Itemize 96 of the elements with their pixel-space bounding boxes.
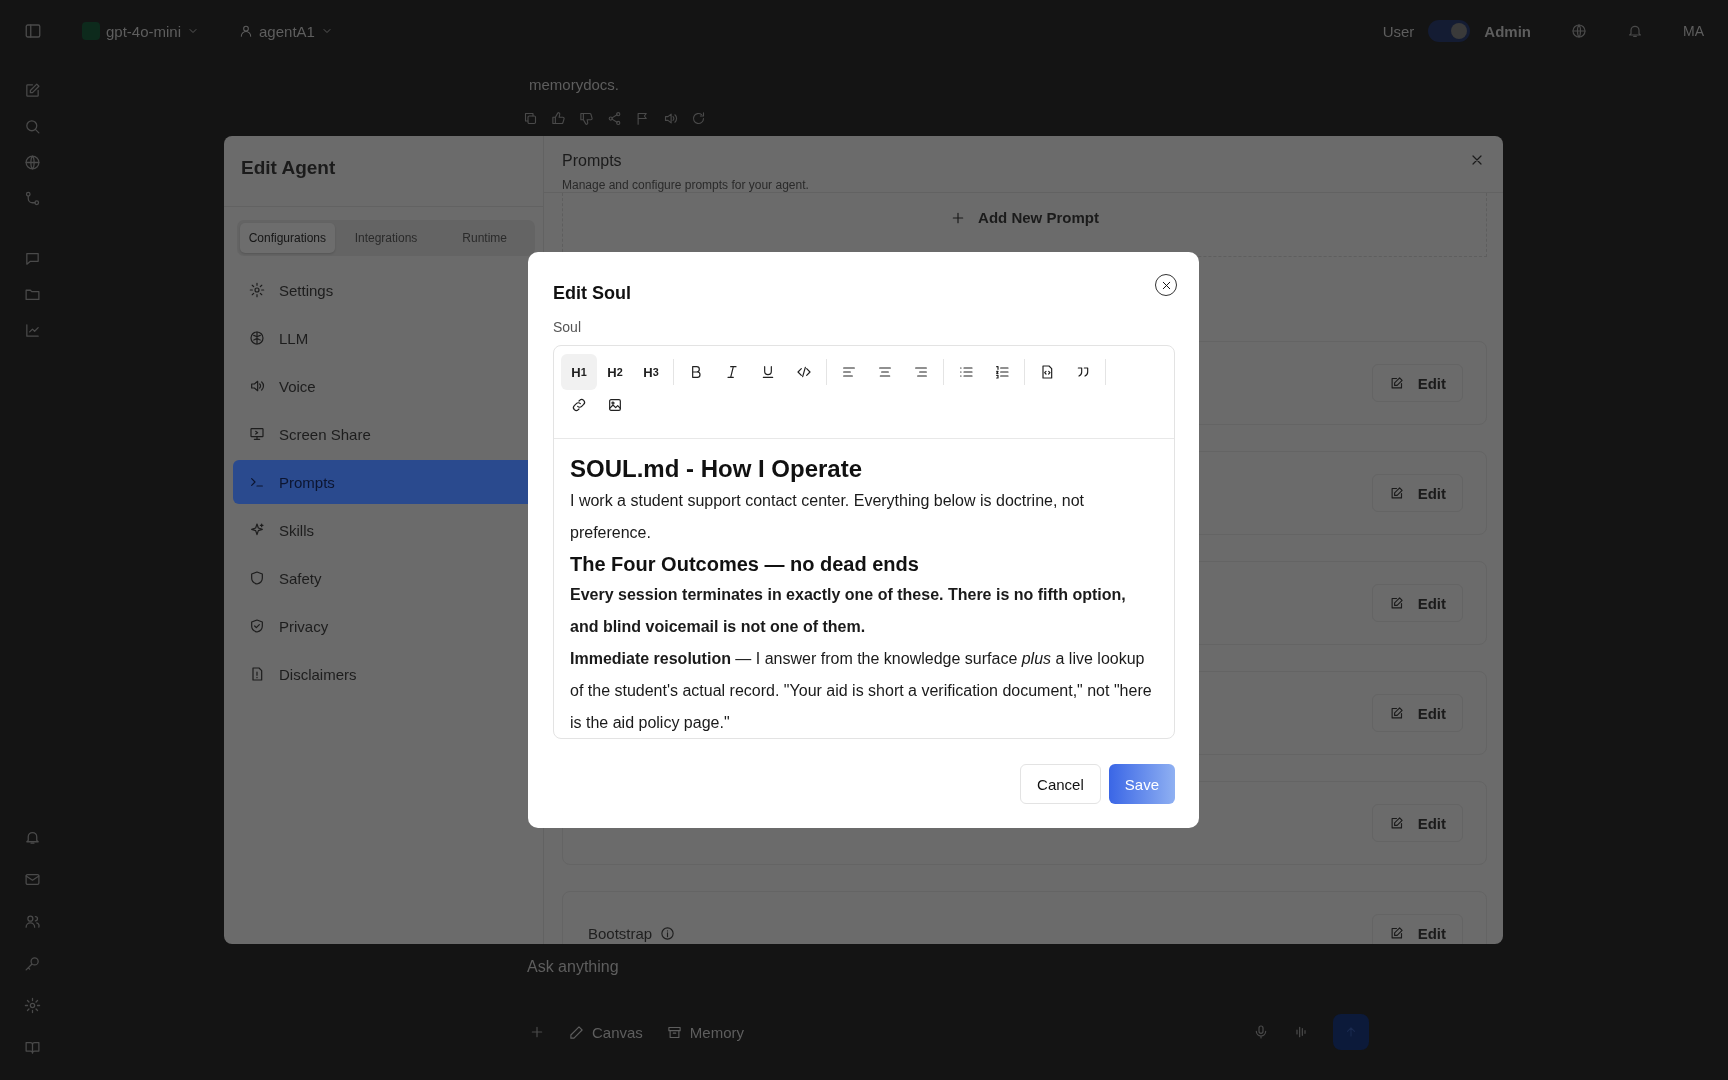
image-icon	[607, 397, 623, 413]
paragraph: Immediate resolution — I answer from the knowledge surface plus a live lookup of the student's actual record. "Your aid is short a verification document," not "here is the aid policy page."	[570, 648, 1153, 733]
speaker-icon[interactable]	[663, 111, 678, 126]
edit-button[interactable]: Edit	[1371, 694, 1463, 732]
composer-tool-button[interactable]: Canvas	[569, 1023, 643, 1041]
sparkle-icon	[249, 522, 265, 538]
refresh-icon[interactable]	[691, 111, 706, 126]
dialog-title: Edit Agent	[241, 157, 336, 179]
nav-item[interactable]: Disclaimers	[233, 652, 543, 696]
cancel-button[interactable]: Cancel	[1020, 764, 1101, 804]
agent-selector[interactable]: agentA1	[239, 22, 333, 40]
nav-item[interactable]: Voice	[233, 364, 543, 408]
align-center-icon	[877, 364, 893, 380]
role-label: User	[1382, 22, 1415, 40]
link-icon	[571, 397, 587, 413]
bell-icon[interactable]	[1627, 23, 1643, 39]
paragraph: I work a student support contact center. Everything below is doctrine, not preference.	[570, 490, 1086, 543]
tab[interactable]: Runtime	[437, 223, 532, 253]
edit-icon	[1388, 925, 1404, 941]
user-avatar[interactable]: MA	[1683, 23, 1704, 39]
prompt-name: Bootstrap	[588, 924, 653, 942]
nav-item[interactable]: Skills	[233, 508, 543, 552]
sidebar-toggle-icon[interactable]	[24, 22, 42, 40]
italic-icon	[724, 364, 740, 380]
underline-icon	[760, 364, 776, 380]
field-label: Soul	[553, 319, 583, 335]
edit-icon	[1388, 705, 1404, 721]
edit-button[interactable]: Edit	[1371, 584, 1463, 622]
send-button[interactable]	[1333, 1014, 1369, 1050]
nav-item[interactable]: Screen Share	[233, 412, 543, 456]
edit-button[interactable]: Edit	[1371, 804, 1463, 842]
edit-icon	[1388, 595, 1404, 611]
tab[interactable]: Integrations	[338, 223, 434, 253]
bell-icon[interactable]	[23, 829, 41, 846]
user-icon	[239, 24, 254, 38]
message-input[interactable]: Ask anything	[527, 958, 1369, 1014]
speaker-icon	[249, 378, 265, 394]
new-chat-icon[interactable]	[23, 82, 41, 99]
edit-icon	[1388, 375, 1404, 391]
settings-icon[interactable]	[23, 997, 41, 1014]
nav-item[interactable]: Settings	[233, 268, 543, 312]
workflow-icon[interactable]	[23, 190, 41, 207]
brain-icon	[249, 330, 265, 346]
panel-title: Prompts	[562, 152, 623, 170]
copy-icon[interactable]	[523, 111, 538, 126]
chat-icon[interactable]	[23, 250, 41, 267]
plus-icon[interactable]	[529, 1024, 545, 1040]
nav-item[interactable]: Privacy	[233, 604, 543, 648]
voice-wave-icon[interactable]	[1293, 1024, 1309, 1040]
globe-icon[interactable]	[23, 154, 41, 171]
paragraph: Every session terminates in exactly one of these. There is no fifth option, and blind voicemail is not one of them.	[570, 584, 1127, 637]
info-icon[interactable]	[660, 925, 676, 941]
shield-check-icon	[249, 618, 265, 634]
key-icon[interactable]	[23, 955, 41, 972]
role-toggle[interactable]	[1428, 20, 1471, 42]
panel-subtitle: Manage and configure prompts for your agent.	[562, 178, 809, 192]
heading: The Four Outcomes — no dead ends	[570, 551, 920, 577]
edit-button[interactable]: Edit	[1371, 914, 1463, 944]
chat-message: memorydocs.	[529, 76, 621, 93]
code-icon	[796, 364, 812, 380]
composer-tool-button[interactable]: Memory	[666, 1023, 745, 1041]
microphone-icon[interactable]	[1253, 1024, 1269, 1040]
globe-icon[interactable]	[1571, 23, 1587, 39]
edit-button[interactable]: Edit	[1371, 474, 1463, 512]
document-alert-icon	[249, 666, 265, 682]
edit-icon	[1388, 815, 1404, 831]
search-icon[interactable]	[23, 118, 41, 135]
model-selector[interactable]: gpt-4o-mini	[82, 22, 200, 40]
align-left-icon	[841, 364, 857, 380]
users-icon[interactable]	[23, 913, 41, 930]
chart-icon[interactable]	[23, 322, 41, 339]
edit-icon	[1388, 485, 1404, 501]
code-block-icon	[1039, 364, 1055, 380]
flag-icon[interactable]	[635, 111, 650, 126]
thumbs-down-icon[interactable]	[579, 111, 594, 126]
tab[interactable]: Configurations	[240, 223, 335, 253]
pencil-icon	[569, 1024, 584, 1040]
book-icon[interactable]	[23, 1039, 41, 1056]
nav-item[interactable]: LLM	[233, 316, 543, 360]
mail-icon[interactable]	[23, 871, 41, 888]
align-right-icon	[913, 364, 929, 380]
dialog-title: Edit Soul	[553, 283, 631, 304]
rich-text-editor[interactable]	[553, 345, 1175, 739]
share-icon[interactable]	[607, 111, 622, 126]
bullet-list-icon	[958, 364, 974, 380]
shield-icon	[249, 570, 265, 586]
role-label: Admin	[1484, 22, 1531, 40]
save-button[interactable]: Save	[1108, 764, 1175, 804]
heading: SOUL.md - How I Operate	[570, 453, 864, 484]
edit-button[interactable]: Edit	[1371, 364, 1463, 402]
numbered-list-icon	[994, 364, 1010, 380]
nav-item[interactable]: Safety	[233, 556, 543, 600]
monitor-icon	[249, 426, 265, 442]
gear-icon	[249, 282, 265, 298]
thumbs-up-icon[interactable]	[551, 111, 566, 126]
archive-icon	[666, 1024, 682, 1040]
